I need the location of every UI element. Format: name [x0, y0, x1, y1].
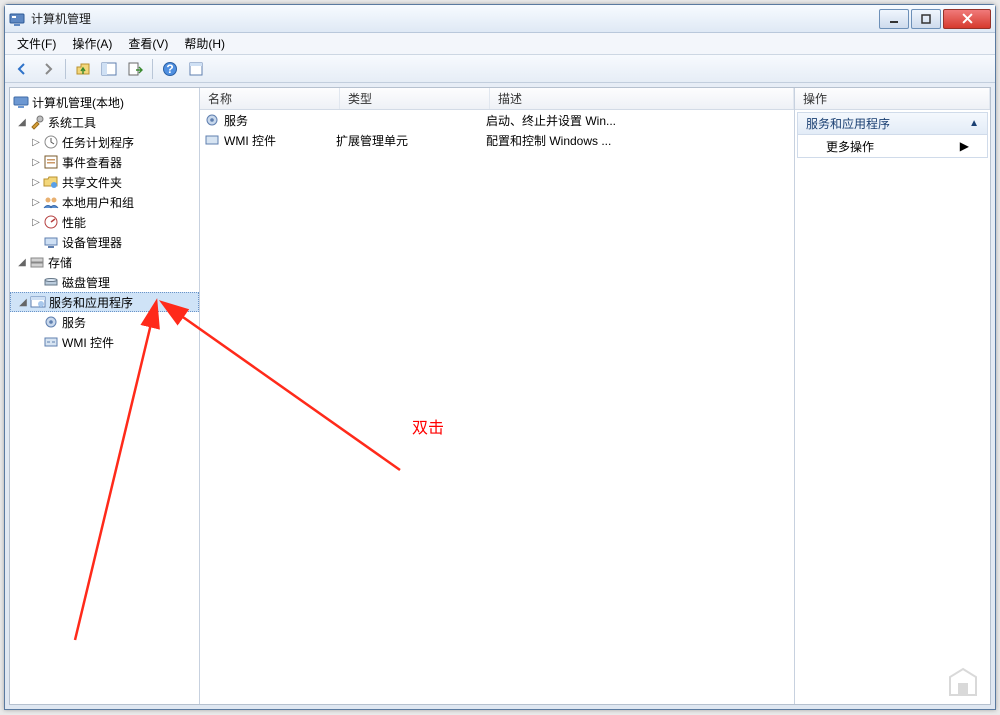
- cell-name: WMI 控件: [224, 132, 276, 149]
- cell-desc: 配置和控制 Windows ...: [486, 132, 790, 149]
- menu-view[interactable]: 查看(V): [122, 33, 174, 54]
- tree-label: 磁盘管理: [62, 274, 110, 291]
- expand-icon[interactable]: ▷: [30, 177, 42, 188]
- menubar: 文件(F) 操作(A) 查看(V) 帮助(H): [5, 33, 995, 55]
- actions-pane: 操作 服务和应用程序 ▲ 更多操作 ▶: [795, 88, 990, 704]
- cell-desc: 启动、终止并设置 Win...: [486, 112, 790, 129]
- tree-label: 任务计划程序: [62, 134, 134, 151]
- tools-icon: [29, 114, 45, 130]
- tree-label: 共享文件夹: [62, 174, 122, 191]
- tree-item-wmi[interactable]: WMI 控件: [10, 332, 199, 352]
- tree-label: 存储: [48, 254, 72, 271]
- svg-text:?: ?: [166, 62, 173, 76]
- chevron-right-icon: ▶: [960, 139, 969, 153]
- tree-item-services[interactable]: 服务: [10, 312, 199, 332]
- tree-storage[interactable]: ◢ 存储: [10, 252, 199, 272]
- expand-icon[interactable]: ▷: [30, 157, 42, 168]
- tree-item-local-users[interactable]: ▷ 本地用户和组: [10, 192, 199, 212]
- tree-label: 服务和应用程序: [49, 294, 133, 311]
- window-frame: 计算机管理 文件(F) 操作(A) 查看(V) 帮助(H) ?: [4, 4, 996, 710]
- tree-item-performance[interactable]: ▷ 性能: [10, 212, 199, 232]
- folder-share-icon: [43, 174, 59, 190]
- tree-label: 计算机管理(本地): [32, 94, 124, 111]
- actions-section-head[interactable]: 服务和应用程序 ▲: [798, 113, 987, 135]
- storage-icon: [29, 254, 45, 270]
- app-icon: [9, 11, 25, 27]
- tree-item-shared-folders[interactable]: ▷ 共享文件夹: [10, 172, 199, 192]
- tree-item-event-viewer[interactable]: ▷ 事件查看器: [10, 152, 199, 172]
- toolbar: ?: [5, 55, 995, 83]
- toolbar-separator: [65, 59, 66, 79]
- gear-icon: [43, 314, 59, 330]
- annotation-label: 双击: [412, 414, 444, 438]
- up-button[interactable]: [72, 58, 94, 80]
- forward-button[interactable]: [37, 58, 59, 80]
- wmi-icon: [43, 334, 59, 350]
- actions-section-title: 服务和应用程序: [806, 115, 890, 132]
- tree-root[interactable]: 计算机管理(本地): [10, 92, 199, 112]
- list-pane: 名称 类型 描述 服务 启动、终止并设置 Win... WMI 控件 扩展管理单…: [200, 88, 795, 704]
- tree-label: WMI 控件: [62, 334, 114, 351]
- clock-icon: [43, 134, 59, 150]
- close-button[interactable]: [943, 9, 991, 29]
- col-type[interactable]: 类型: [340, 88, 490, 109]
- actions-header: 操作: [795, 88, 990, 109]
- tree-item-disk-management[interactable]: 磁盘管理: [10, 272, 199, 292]
- list-header[interactable]: 名称 类型 描述: [200, 88, 794, 110]
- minimize-button[interactable]: [879, 9, 909, 29]
- collapse-icon[interactable]: ◢: [16, 257, 28, 268]
- tree-label: 服务: [62, 314, 86, 331]
- menu-action[interactable]: 操作(A): [66, 33, 118, 54]
- chevron-up-icon: ▲: [969, 118, 979, 129]
- computer-icon: [13, 94, 29, 110]
- tree-pane[interactable]: 计算机管理(本地) ◢ 系统工具 ▷ 任务计划程序 ▷ 事件查看器 ▷ 共享文件夹 ▷…: [10, 88, 200, 704]
- tree-services-apps[interactable]: ◢ 服务和应用程序: [10, 292, 199, 312]
- disk-icon: [43, 274, 59, 290]
- menu-file[interactable]: 文件(F): [11, 33, 62, 54]
- expand-icon[interactable]: ▷: [30, 197, 42, 208]
- tree-label: 系统工具: [48, 114, 96, 131]
- tree-label: 本地用户和组: [62, 194, 134, 211]
- help-button[interactable]: ?: [159, 58, 181, 80]
- cell-type: 扩展管理单元: [336, 132, 486, 149]
- device-icon: [43, 234, 59, 250]
- tree-item-device-manager[interactable]: 设备管理器: [10, 232, 199, 252]
- toolbar-separator: [152, 59, 153, 79]
- tree-label: 事件查看器: [62, 154, 122, 171]
- watermark: [946, 667, 980, 697]
- show-hide-tree-button[interactable]: [98, 58, 120, 80]
- collapse-icon[interactable]: ◢: [16, 117, 28, 128]
- col-name[interactable]: 名称: [200, 88, 340, 109]
- tree-label: 设备管理器: [62, 234, 122, 251]
- users-icon: [43, 194, 59, 210]
- titlebar[interactable]: 计算机管理: [5, 5, 995, 33]
- window-title: 计算机管理: [31, 10, 879, 27]
- export-button[interactable]: [124, 58, 146, 80]
- expand-icon[interactable]: ▷: [30, 137, 42, 148]
- wmi-icon: [204, 132, 220, 148]
- collapse-icon[interactable]: ◢: [17, 297, 29, 308]
- gear-icon: [204, 112, 220, 128]
- menu-help[interactable]: 帮助(H): [178, 33, 231, 54]
- client-area: 计算机管理(本地) ◢ 系统工具 ▷ 任务计划程序 ▷ 事件查看器 ▷ 共享文件夹 ▷…: [9, 87, 991, 705]
- list-body[interactable]: 服务 启动、终止并设置 Win... WMI 控件 扩展管理单元 配置和控制 W…: [200, 110, 794, 704]
- list-row-wmi[interactable]: WMI 控件 扩展管理单元 配置和控制 Windows ...: [200, 130, 794, 150]
- tree-system-tools[interactable]: ◢ 系统工具: [10, 112, 199, 132]
- back-button[interactable]: [11, 58, 33, 80]
- properties-button[interactable]: [185, 58, 207, 80]
- performance-icon: [43, 214, 59, 230]
- cell-name: 服务: [224, 112, 248, 129]
- list-row-services[interactable]: 服务 启动、终止并设置 Win...: [200, 110, 794, 130]
- action-more[interactable]: 更多操作 ▶: [798, 135, 987, 157]
- maximize-button[interactable]: [911, 9, 941, 29]
- col-desc[interactable]: 描述: [490, 88, 794, 109]
- action-more-label: 更多操作: [826, 138, 874, 155]
- services-apps-icon: [30, 294, 46, 310]
- tree-label: 性能: [62, 214, 86, 231]
- actions-section: 服务和应用程序 ▲ 更多操作 ▶: [797, 112, 988, 158]
- expand-icon[interactable]: ▷: [30, 217, 42, 228]
- event-icon: [43, 154, 59, 170]
- tree-item-task-scheduler[interactable]: ▷ 任务计划程序: [10, 132, 199, 152]
